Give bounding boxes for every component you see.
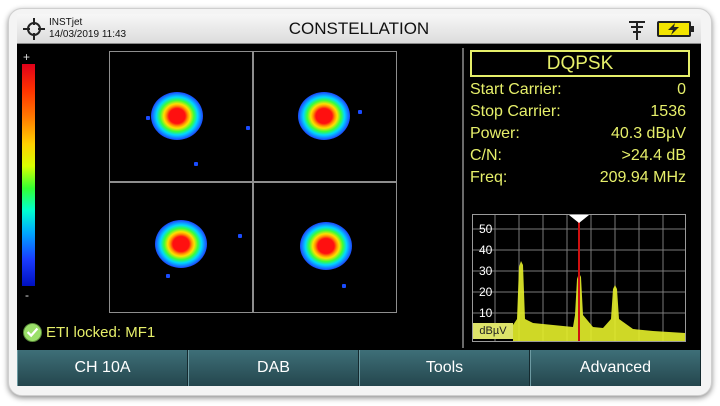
symbol-cluster-bottom-right [300, 222, 352, 270]
freq-row: Freq: 209.94 MHz [470, 169, 690, 191]
symbol-cluster-bottom-left [155, 220, 207, 268]
freq-value: 209.94 MHz [599, 169, 686, 186]
scatter-point [146, 116, 150, 120]
symbol-cluster-top-right [298, 92, 350, 140]
start-carrier-label: Start Carrier: [470, 81, 562, 98]
softkey-advanced[interactable]: Advanced [530, 350, 701, 386]
start-carrier-value: 0 [677, 81, 686, 98]
power-value: 40.3 dBµV [610, 125, 686, 142]
color-scale-bar [22, 64, 35, 286]
scale-min-label: - [25, 288, 29, 302]
constellation-plot [109, 51, 397, 313]
modulation-label: DQPSK [470, 50, 690, 77]
start-carrier-row: Start Carrier: 0 [470, 81, 690, 103]
y-tick-30: 30 [479, 264, 493, 278]
page-title: CONSTELLATION [288, 19, 430, 38]
cn-label: C/N: [470, 147, 502, 164]
symbol-cluster-top-left [151, 92, 203, 140]
lock-status: ETI locked: MF1 [46, 324, 156, 341]
stop-carrier-row: Stop Carrier: 1536 [470, 103, 690, 125]
check-icon [23, 323, 42, 342]
softkey-bar: CH 10A DAB Tools Advanced [17, 350, 701, 386]
header-bar: INSTjet 14/03/2019 11:43 CONSTELLATION [17, 14, 701, 44]
stop-carrier-value: 1536 [650, 103, 686, 120]
spectrum-unit-label: dBµV [473, 323, 513, 339]
q-axis [252, 52, 254, 312]
cn-value: >24.4 dB [621, 147, 687, 164]
spectrum-trace [513, 261, 685, 341]
y-tick-20: 20 [479, 285, 493, 299]
y-tick-50: 50 [479, 222, 493, 236]
scatter-point [358, 110, 362, 114]
softkey-tools[interactable]: Tools [359, 350, 530, 386]
power-row: Power: 40.3 dBµV [470, 125, 690, 147]
marker-triangle-icon [569, 215, 589, 223]
panel-divider [462, 48, 464, 348]
softkey-channel[interactable]: CH 10A [17, 350, 188, 386]
screen: INSTjet 14/03/2019 11:43 CONSTELLATION +… [17, 14, 701, 386]
scatter-point [246, 126, 250, 130]
freq-label: Freq: [470, 169, 508, 186]
y-tick-10: 10 [479, 306, 493, 320]
scatter-point [342, 284, 346, 288]
scale-max-label: + [23, 50, 31, 64]
scatter-point [238, 234, 242, 238]
power-label: Power: [470, 125, 520, 142]
y-tick-40: 40 [479, 243, 493, 257]
scatter-point [166, 274, 170, 278]
cn-row: C/N: >24.4 dB [470, 147, 690, 169]
antenna-icon [629, 21, 645, 40]
stop-carrier-label: Stop Carrier: [470, 103, 561, 120]
scatter-point [194, 162, 198, 166]
battery-charging-icon [657, 21, 694, 37]
softkey-dab[interactable]: DAB [188, 350, 359, 386]
